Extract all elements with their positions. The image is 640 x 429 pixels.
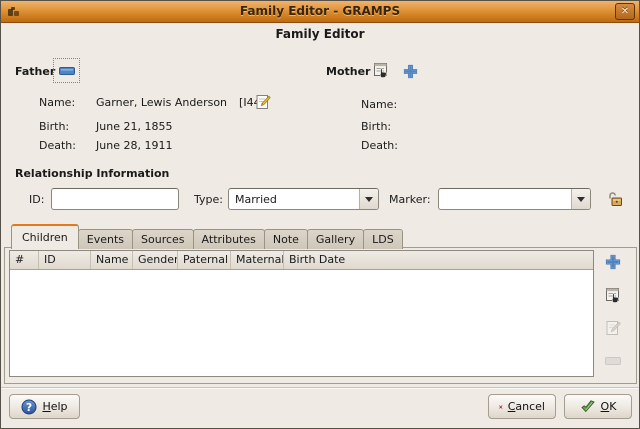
cancel-icon [499,400,503,414]
father-name-value: Garner, Lewis Anderson [I44] [96,96,265,109]
mother-birth-label: Birth: [361,120,391,133]
mother-name-label: Name: [361,98,397,111]
minus-icon [605,356,621,366]
edit-father-button[interactable] [251,90,275,113]
edit-icon [255,94,271,110]
column-maternal[interactable]: Maternal [231,251,284,269]
select-child-button[interactable] [601,284,625,306]
close-button[interactable]: ✕ [615,3,635,20]
father-section-label: Father [15,65,55,78]
tab-events[interactable]: Events [78,229,133,249]
relationship-marker-label: Marker: [389,193,431,206]
column-number[interactable]: # [10,251,39,269]
remove-father-button[interactable] [53,58,80,83]
tab-attributes[interactable]: Attributes [193,229,265,249]
father-birth-label: Birth: [39,120,69,133]
help-button[interactable]: ? Help [9,394,80,419]
edit-child-button[interactable] [601,317,625,339]
help-icon: ? [21,399,37,415]
father-death-label: Death: [39,139,76,152]
ok-button[interactable]: OK [564,394,632,419]
children-table-header: # ID Name Gender Paternal Maternal Birth… [10,251,593,270]
tab-gallery[interactable]: Gallery [307,229,364,249]
select-mother-button[interactable] [368,58,393,82]
open-lock-icon [607,191,623,207]
window-title: Family Editor - GRAMPS [1,4,639,18]
dialog-separator [1,387,640,389]
dialog-heading: Family Editor [1,27,639,41]
tab-sources[interactable]: Sources [132,229,194,249]
father-death-value: June 28, 1911 [96,139,172,152]
relationship-id-input[interactable] [51,188,179,210]
minus-icon [59,66,75,76]
plus-icon [403,64,418,79]
family-editor-window: Family Editor - GRAMPS ✕ Family Editor F… [0,0,640,429]
column-gender[interactable]: Gender [133,251,178,269]
chevron-down-icon[interactable] [359,189,378,209]
cancel-button[interactable]: Cancel [488,394,556,419]
remove-child-button[interactable] [601,350,625,372]
plus-icon [605,254,621,270]
father-name-text: Garner, Lewis Anderson [96,96,227,109]
father-name-label: Name: [39,96,75,109]
cancel-label: Cancel [508,400,545,413]
select-person-icon [373,62,389,78]
mother-section-label: Mother [326,65,370,78]
close-icon: ✕ [621,6,629,17]
column-name[interactable]: Name [91,251,133,269]
relationship-type-value: Married [229,193,359,206]
tab-note[interactable]: Note [264,229,308,249]
add-child-button[interactable] [601,251,625,273]
tab-lds[interactable]: LDS [363,229,403,249]
relationship-id-label: ID: [29,193,44,206]
relationship-type-combo[interactable]: Married [228,188,379,210]
column-birth-date[interactable]: Birth Date [284,251,593,269]
relationship-section-label: Relationship Information [15,167,169,180]
ok-label: OK [601,400,617,413]
privacy-button[interactable] [602,187,628,211]
ok-icon [580,399,596,414]
column-paternal[interactable]: Paternal [178,251,231,269]
help-label: Help [42,400,67,413]
father-birth-value: June 21, 1855 [96,120,172,133]
children-action-buttons [599,251,627,372]
add-mother-button[interactable] [400,61,420,81]
chevron-down-icon[interactable] [571,189,590,209]
select-person-icon [605,287,621,303]
mother-death-label: Death: [361,139,398,152]
column-id[interactable]: ID [39,251,91,269]
tab-bar: Children Events Sources Attributes Note … [11,224,402,249]
tab-children[interactable]: Children [11,224,79,249]
children-table[interactable]: # ID Name Gender Paternal Maternal Birth… [9,250,594,377]
titlebar[interactable]: Family Editor - GRAMPS ✕ [1,1,639,23]
relationship-marker-combo[interactable] [438,188,591,210]
children-table-body[interactable] [10,270,593,376]
svg-text:?: ? [26,402,32,414]
relationship-type-label: Type: [194,193,223,206]
edit-icon [605,320,621,336]
